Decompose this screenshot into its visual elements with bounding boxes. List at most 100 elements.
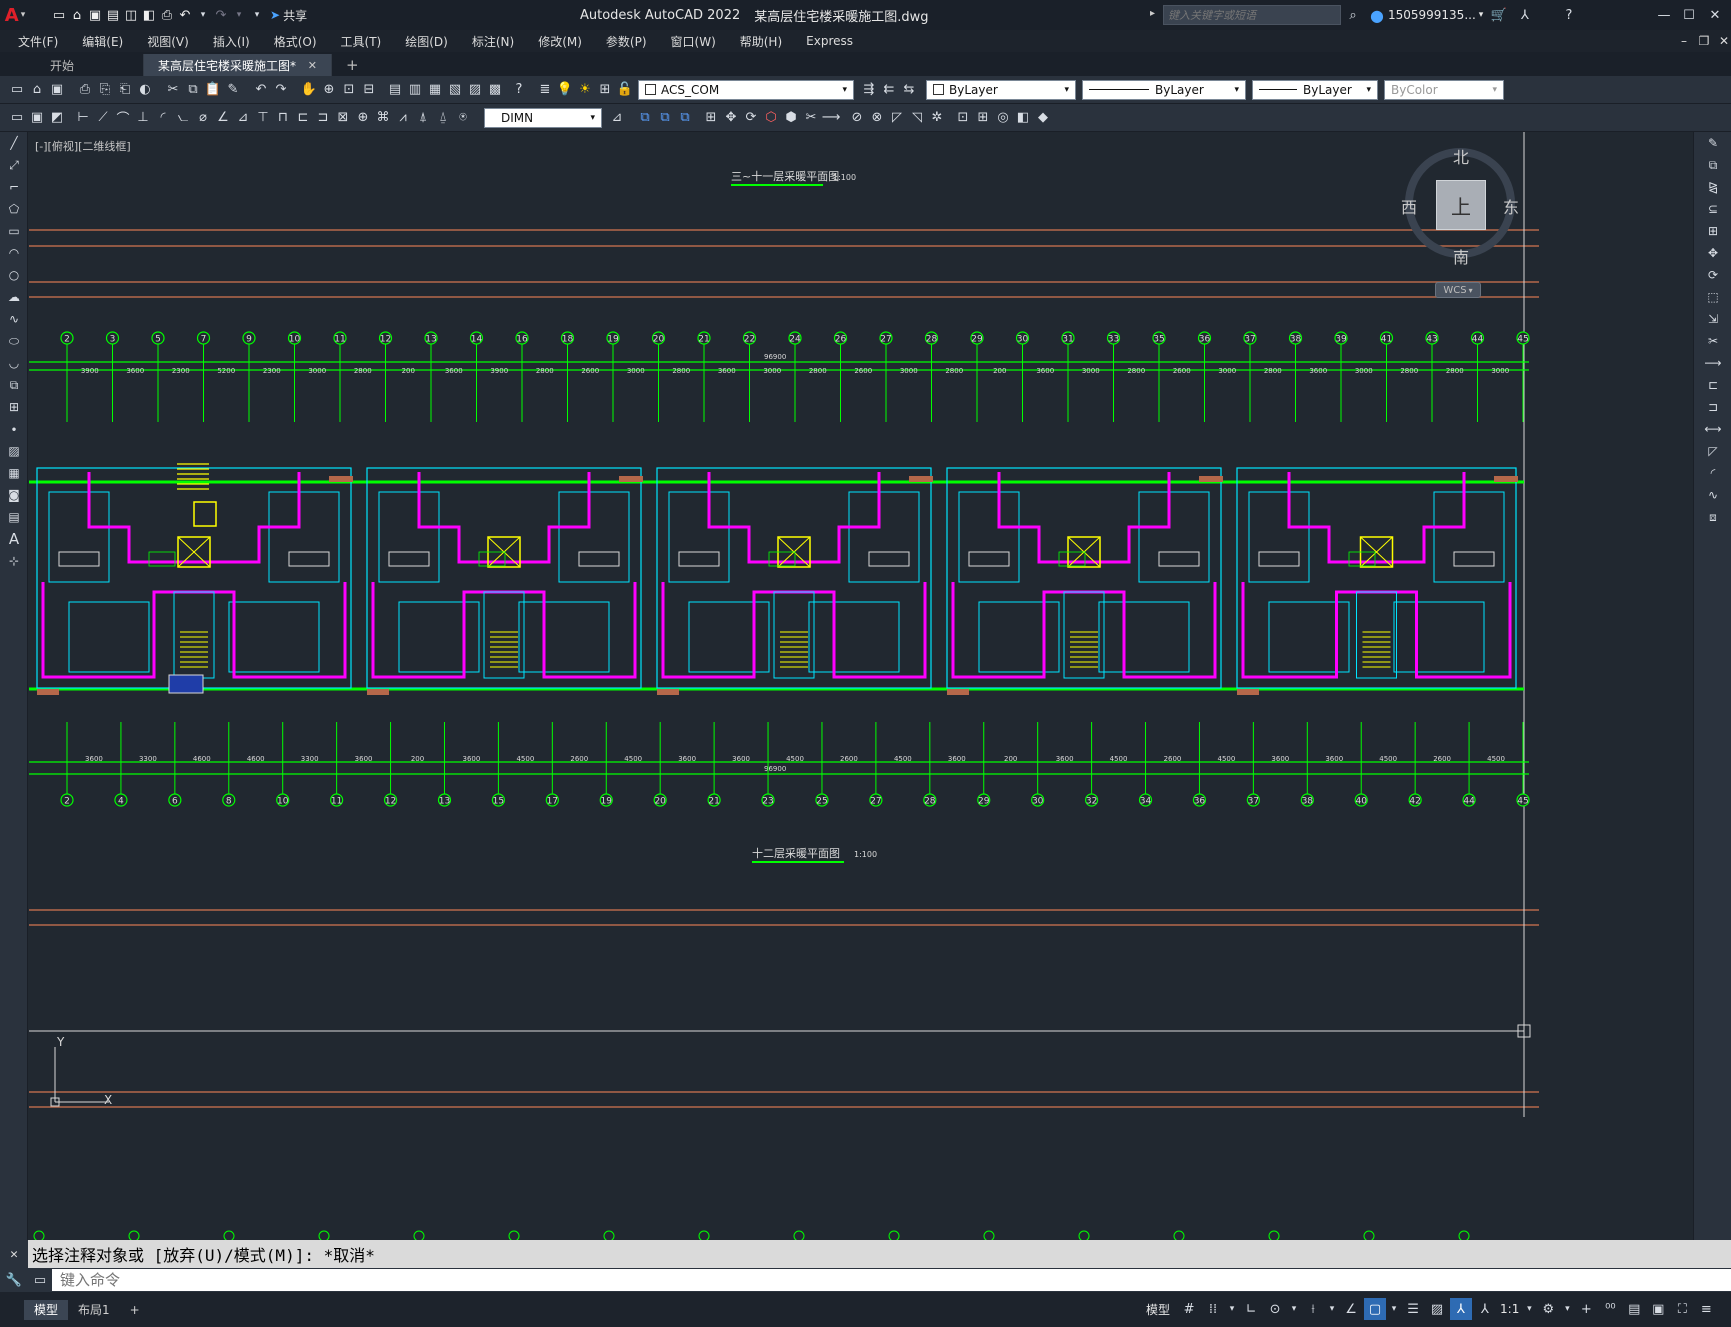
zoom-realtime-icon[interactable]: ⊕ <box>320 81 338 99</box>
tab-model[interactable]: 模型 <box>24 1299 69 1320</box>
scale-dropdown-icon[interactable]: ▾ <box>1523 1298 1535 1320</box>
radius-icon[interactable]: ◜ <box>154 109 172 127</box>
jogged-linear-icon[interactable]: ⩘ <box>394 109 412 127</box>
angular-icon[interactable]: ∠ <box>214 109 232 127</box>
plot-preview-icon[interactable]: ⎘ <box>96 81 114 99</box>
visual-style-icon[interactable]: ◧ <box>1014 109 1032 127</box>
add-selected-icon[interactable]: ⊹ <box>0 550 28 572</box>
lineweight-dropdown[interactable]: ByLayer ▾ <box>1252 79 1378 100</box>
layer-freeze-icon[interactable]: ☀ <box>576 81 594 99</box>
move-icon[interactable]: ✥ <box>1694 242 1731 264</box>
share-button[interactable]: ➤ 共享 <box>270 7 307 24</box>
minimize-icon[interactable]: — <box>1655 6 1673 24</box>
compass-north[interactable]: 北 <box>1453 144 1469 168</box>
construction-line-icon[interactable]: ⤢ <box>0 154 28 176</box>
extend-icon[interactable]: ⟶ <box>1694 352 1731 374</box>
layer-viewport-icon[interactable]: ⊞ <box>596 81 614 99</box>
otrack-icon[interactable]: ∠ <box>1340 1298 1362 1320</box>
tolerance-icon[interactable]: ⊠ <box>334 109 352 127</box>
sheet-set-icon[interactable]: ▧ <box>446 81 464 99</box>
redo-icon[interactable]: ↷ <box>212 6 230 24</box>
inspect-icon[interactable]: ⌘ <box>374 109 392 127</box>
dimstyle-manager-icon[interactable]: ⊿ <box>608 109 626 127</box>
osnap-dropdown-icon[interactable]: ▾ <box>1388 1298 1400 1320</box>
quickcalc-icon[interactable]: ▩ <box>486 81 504 99</box>
undo-icon[interactable]: ↶ <box>252 81 270 99</box>
menu-edit[interactable]: 编辑(E) <box>70 33 135 50</box>
insert-block-icon[interactable]: ⧉ <box>0 374 28 396</box>
line-icon[interactable]: ╱ <box>0 132 28 154</box>
fillet-icon[interactable]: ◜ <box>1694 462 1731 484</box>
design-center-icon[interactable]: ▥ <box>406 81 424 99</box>
dim-space-icon[interactable]: ⊏ <box>294 109 312 127</box>
open-icon[interactable]: ⌂ <box>28 81 46 99</box>
close-icon[interactable]: ✕ <box>1706 6 1724 24</box>
customize-icon[interactable]: 🔧 <box>0 1271 28 1289</box>
menu-window[interactable]: 窗口(W) <box>659 33 728 50</box>
polar-icon[interactable]: ⊙ <box>1264 1298 1286 1320</box>
stretch-icon[interactable]: ⇲ <box>1694 308 1731 330</box>
recent-commands-icon[interactable]: ▭ <box>28 1271 52 1289</box>
baseline-icon[interactable]: ⊤ <box>254 109 272 127</box>
layer-state-icon[interactable]: ⇆ <box>900 81 918 99</box>
user-account[interactable]: ● 1505999135... ▾ <box>1370 0 1483 30</box>
wcs-menu[interactable]: WCS ▾ <box>1435 282 1481 298</box>
fillet-icon[interactable]: ◹ <box>908 109 926 127</box>
layer-previous-icon[interactable]: ⇇ <box>880 81 898 99</box>
paste-icon[interactable]: 📋 <box>204 81 222 99</box>
model-space-button[interactable]: 模型 <box>1146 1301 1170 1318</box>
layer-lock-icon[interactable]: 🔓 <box>616 81 634 99</box>
extend-icon[interactable]: ⟶ <box>822 109 841 127</box>
mtext-icon[interactable]: A <box>0 528 28 550</box>
workspace-gear-icon[interactable]: ⚙ <box>1537 1298 1559 1320</box>
dim-break-icon[interactable]: ⊐ <box>314 109 332 127</box>
tool-palette-icon[interactable]: ▦ <box>426 81 444 99</box>
dimstyle-dropdown[interactable]: DIMN ▾ <box>484 107 602 128</box>
revcloud-icon[interactable]: ☁ <box>0 286 28 308</box>
explode-icon[interactable]: ✲ <box>928 109 946 127</box>
polygon-icon[interactable]: ⬠ <box>0 198 28 220</box>
ellipse-arc-icon[interactable]: ◡ <box>0 352 28 374</box>
named-view-icon[interactable]: ⊞ <box>974 109 992 127</box>
add-layout-button[interactable]: + <box>120 1300 150 1320</box>
drawing-canvas[interactable]: [-][俯视][二维线框] 三~十一层采暖平面图 1:100 十二层采暖平面图 1:1… <box>29 132 1692 1240</box>
menu-help[interactable]: 帮助(H) <box>728 33 794 50</box>
arc-length-icon[interactable]: ⌒ <box>114 109 132 127</box>
point-icon[interactable]: ∙ <box>0 418 28 440</box>
move-icon[interactable]: ✥ <box>722 109 740 127</box>
offset-icon[interactable]: ⊆ <box>1694 198 1731 220</box>
break-icon[interactable]: ⊘ <box>848 109 866 127</box>
save-icon[interactable]: ▣ <box>48 81 66 99</box>
3d-print-icon[interactable]: ◐ <box>136 81 154 99</box>
grid-icon[interactable]: # <box>1178 1298 1200 1320</box>
tab-layout1[interactable]: 布局1 <box>68 1300 120 1320</box>
view-icon[interactable]: ⊡ <box>954 109 972 127</box>
search-expand-icon[interactable]: ▸ <box>1150 8 1155 19</box>
chamfer-icon[interactable]: ◸ <box>1694 440 1731 462</box>
redo-icon[interactable]: ↷ <box>272 81 290 99</box>
array-icon[interactable]: ⊞ <box>702 109 720 127</box>
quick-dim-icon[interactable]: ⊿ <box>234 109 252 127</box>
ortho-icon[interactable]: ∟ <box>1240 1298 1262 1320</box>
explode-icon[interactable]: ⧈ <box>1694 506 1731 528</box>
tab-current-drawing[interactable]: 某高层住宅楼采暖施工图* ✕ <box>144 54 332 76</box>
offset-icon[interactable]: ⧉ <box>676 109 694 127</box>
linear-dim-icon[interactable]: ⊢ <box>74 109 92 127</box>
menu-parametric[interactable]: 参数(P) <box>594 33 659 50</box>
arc-icon[interactable]: ◠ <box>0 242 28 264</box>
mirror-icon[interactable]: ⧎ <box>1694 176 1731 198</box>
open-icon[interactable]: ⌂ <box>68 6 86 24</box>
quick-properties-icon[interactable]: ▤ <box>1623 1298 1645 1320</box>
command-input[interactable] <box>51 1269 1731 1291</box>
erase-icon[interactable]: ✎ <box>1694 132 1731 154</box>
help-icon[interactable]: ? <box>510 81 528 99</box>
dim-update-icon[interactable]: ⍟ <box>454 109 472 127</box>
qnew-icon[interactable]: ▭ <box>8 81 26 99</box>
customize-qat-icon[interactable]: ▾ <box>248 6 266 24</box>
annotation-monitor-icon[interactable]: + <box>1575 1298 1597 1320</box>
undo-dropdown-icon[interactable]: ▾ <box>194 6 212 24</box>
layer-properties-icon[interactable]: ≣ <box>536 81 554 99</box>
maximize-icon[interactable]: ☐ <box>1680 6 1698 24</box>
customization-menu-icon[interactable]: ≡ <box>1695 1298 1717 1320</box>
mirror-icon[interactable]: ⧉ <box>656 109 674 127</box>
